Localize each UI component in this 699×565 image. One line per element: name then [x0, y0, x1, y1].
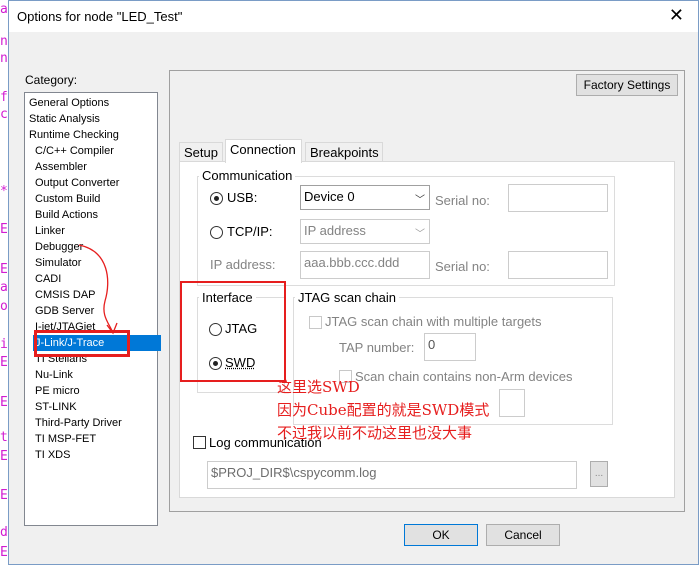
category-item[interactable]: Output Converter — [33, 175, 121, 191]
tcpip-label: TCP/IP: — [227, 224, 273, 239]
chevron-down-icon: ﹀ — [415, 229, 425, 240]
usb-device-value: Device 0 — [304, 189, 355, 204]
code-char: d — [0, 525, 8, 540]
non-arm-input[interactable] — [499, 389, 525, 417]
title-bar[interactable]: Options for node "LED_Test" ✕ — [9, 1, 698, 32]
ip-address-input[interactable]: aaa.bbb.ccc.ddd — [300, 251, 430, 279]
tcpip-select[interactable]: IP address ﹀ — [300, 219, 430, 244]
close-icon[interactable]: ✕ — [669, 5, 684, 26]
annotation-line-3: 不过我以前不动这里也没大事 — [277, 424, 473, 442]
tab-breakpoints[interactable]: Breakpoints — [305, 142, 383, 162]
serial-no-input-2[interactable] — [508, 251, 608, 279]
category-item[interactable]: TI XDS — [33, 447, 72, 463]
serial-no-input[interactable] — [508, 184, 608, 212]
browse-button[interactable]: ... — [590, 461, 608, 487]
log-path-input[interactable]: $PROJ_DIR$\cspycomm.log — [207, 461, 577, 489]
options-dialog: Options for node "LED_Test" ✕ Category: … — [8, 0, 699, 565]
code-char: E — [0, 449, 8, 464]
jtag-scan-chain-label: JTAG scan chain — [295, 290, 400, 305]
category-label: Category: — [25, 73, 78, 87]
code-char: i — [0, 337, 8, 352]
chevron-down-icon: ﹀ — [415, 195, 425, 206]
annotation-line-2: 因为Cube配置的就是SWD模式 — [277, 401, 490, 419]
tab-setup[interactable]: Setup — [179, 142, 223, 162]
category-item[interactable]: General Options — [27, 95, 111, 111]
window-title: Options for node "LED_Test" — [17, 9, 183, 24]
category-item[interactable]: Runtime Checking — [27, 127, 121, 143]
category-item[interactable]: PE micro — [33, 383, 82, 399]
cancel-button[interactable]: Cancel — [486, 524, 560, 546]
annotation-line-1: 这里选SWD — [277, 378, 360, 396]
code-char: E — [0, 222, 8, 237]
category-item[interactable]: Static Analysis — [27, 111, 102, 127]
code-char: f — [0, 90, 8, 105]
code-char: E — [0, 262, 8, 277]
category-item[interactable]: TI MSP-FET — [33, 431, 98, 447]
serial-no-label-2: Serial no: — [435, 259, 490, 274]
code-char: a — [0, 2, 8, 17]
code-char: * — [0, 184, 8, 199]
code-char: E — [0, 545, 8, 560]
category-item[interactable]: Nu-Link — [33, 367, 75, 383]
category-item[interactable]: Third-Party Driver — [33, 415, 124, 431]
category-item[interactable]: Custom Build — [33, 191, 102, 207]
log-communication-checkbox[interactable] — [193, 436, 206, 449]
tap-number-input[interactable]: 0 — [424, 333, 476, 361]
code-char: E — [0, 355, 8, 370]
tab-connection[interactable]: Connection — [225, 139, 302, 163]
usb-radio[interactable] — [210, 192, 223, 205]
tap-number-label: TAP number: — [339, 340, 415, 355]
usb-device-select[interactable]: Device 0 ﹀ — [300, 185, 430, 210]
multi-target-checkbox[interactable] — [309, 316, 322, 329]
usb-label: USB: — [227, 190, 258, 205]
multi-target-label: JTAG scan chain with multiple targets — [325, 314, 542, 329]
code-char: o — [0, 299, 8, 314]
annotation-arrow — [78, 244, 118, 335]
category-item[interactable]: CADI — [33, 271, 63, 287]
category-item[interactable]: Assembler — [33, 159, 89, 175]
code-char: n — [0, 51, 8, 66]
category-item[interactable]: C/C++ Compiler — [33, 143, 116, 159]
code-char: n — [0, 34, 8, 49]
background-code-strip: a n n f c * E E a o i E E t E E d E — [0, 0, 8, 565]
factory-settings-button[interactable]: Factory Settings — [576, 74, 678, 96]
interface-highlight-box — [180, 281, 286, 382]
code-char: E — [0, 395, 8, 410]
tcpip-radio[interactable] — [210, 226, 223, 239]
code-char: E — [0, 488, 8, 503]
serial-no-label: Serial no: — [435, 193, 490, 208]
ip-address-label: IP address: — [210, 257, 276, 272]
ok-button[interactable]: OK — [404, 524, 478, 546]
communication-label: Communication — [199, 168, 296, 183]
non-arm-label: Scan chain contains non-Arm devices — [355, 369, 573, 384]
code-char: a — [0, 280, 8, 295]
code-char: c — [0, 107, 8, 122]
category-item[interactable]: Build Actions — [33, 207, 100, 223]
tcpip-value: IP address — [304, 223, 366, 238]
category-item[interactable]: ST-LINK — [33, 399, 79, 415]
category-item[interactable]: Linker — [33, 223, 67, 239]
code-char: t — [0, 430, 8, 445]
